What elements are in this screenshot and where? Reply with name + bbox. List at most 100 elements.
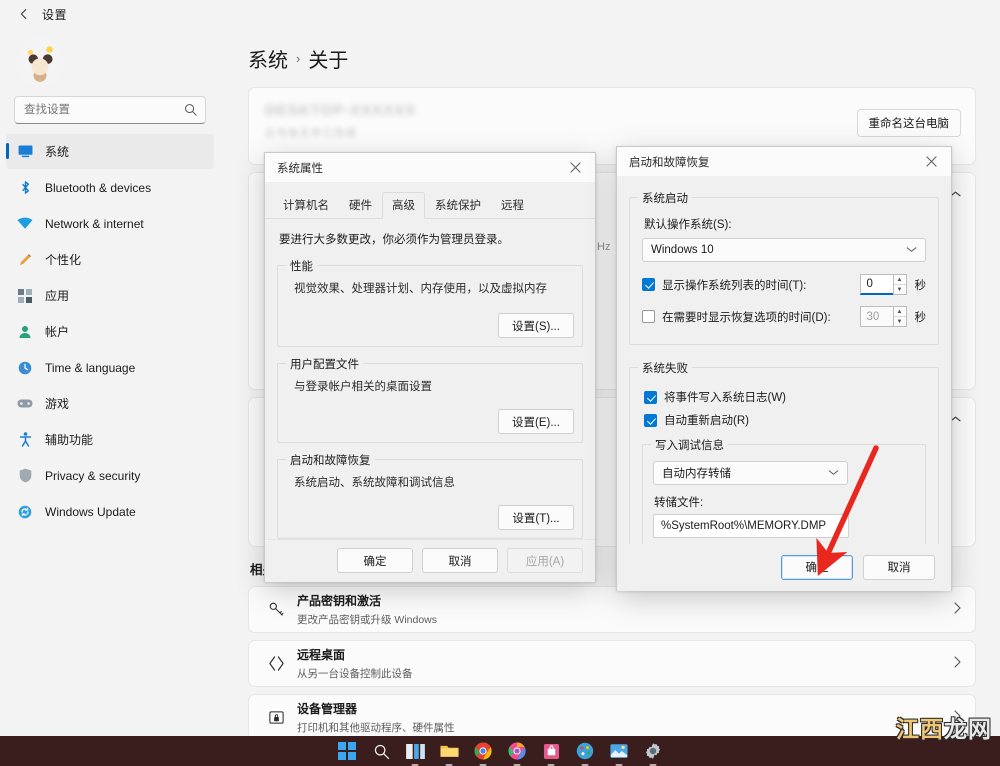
tab-computer-name[interactable]: 计算机名 — [273, 192, 339, 219]
tab-remote[interactable]: 远程 — [491, 192, 534, 219]
user-profiles-settings-button[interactable]: 设置(E)... — [498, 409, 574, 434]
recovery-timeout-stepper[interactable]: 30 ▲▼ — [860, 306, 907, 327]
tabstrip: 计算机名 硬件 高级 系统保护 远程 — [265, 183, 595, 219]
paint-icon[interactable] — [574, 740, 596, 762]
os-list-timeout-value[interactable]: 0 — [860, 274, 893, 295]
sidebar-item-gaming[interactable]: 游戏 — [6, 386, 214, 421]
sidebar: 系统 Bluetooth & devices Network & interne… — [0, 28, 220, 740]
related-item-device-manager[interactable]: 设备管理器 打印机和其他驱动程序、硬件属性 — [248, 694, 976, 740]
recovery-timeout-value[interactable]: 30 — [860, 306, 893, 327]
tab-system-protection[interactable]: 系统保护 — [425, 192, 491, 219]
taskbar — [0, 736, 1000, 766]
search-icon[interactable] — [183, 102, 198, 117]
os-list-timeout-stepper[interactable]: 0 ▲▼ — [860, 274, 907, 295]
group-description: 视觉效果、处理器计划、内存使用，以及虚拟内存 — [294, 280, 570, 296]
show-os-list-checkbox[interactable] — [642, 278, 655, 291]
chrome-canary-icon[interactable] — [506, 740, 528, 762]
related-item-subtitle: 从另一台设备控制此设备 — [297, 668, 413, 680]
sidebar-item-network[interactable]: Network & internet — [6, 206, 214, 241]
accessibility-icon — [16, 431, 34, 449]
close-icon[interactable] — [555, 153, 595, 183]
stepper-down-icon[interactable]: ▼ — [894, 285, 906, 294]
shield-icon — [16, 467, 34, 485]
watermark-text-b: 龙网 — [944, 717, 992, 743]
avatar[interactable] — [16, 38, 64, 86]
sidebar-item-system[interactable]: 系统 — [6, 134, 214, 169]
network-icon — [16, 215, 34, 233]
stepper-buttons[interactable]: ▲▼ — [893, 306, 907, 327]
sidebar-item-personalization[interactable]: 个性化 — [6, 242, 214, 277]
store-icon[interactable] — [540, 740, 562, 762]
sidebar-item-label: 应用 — [45, 287, 69, 304]
stepper-buttons[interactable]: ▲▼ — [893, 274, 907, 295]
chevron-right-icon[interactable] — [953, 656, 961, 671]
chevron-down-icon[interactable] — [828, 468, 839, 479]
sidebar-item-windows-update[interactable]: Windows Update — [6, 494, 214, 529]
stepper-up-icon[interactable]: ▲ — [894, 307, 906, 317]
admin-note: 要进行大多数更改，你必须作为管理员登录。 — [279, 231, 583, 247]
rename-pc-button[interactable]: 重命名这台电脑 — [857, 109, 962, 137]
settings-icon[interactable] — [642, 740, 664, 762]
search-icon[interactable] — [370, 740, 392, 762]
tab-hardware[interactable]: 硬件 — [339, 192, 382, 219]
sidebar-item-time-language[interactable]: Time & language — [6, 350, 214, 385]
dump-file-label: 转储文件: — [654, 494, 915, 510]
dialog-titlebar[interactable]: 启动和故障恢复 — [617, 147, 951, 177]
related-item-title: 产品密钥和激活 — [297, 594, 381, 608]
dialog-titlebar[interactable]: 系统属性 — [265, 153, 595, 183]
group-label: 写入调试信息 — [651, 437, 728, 453]
dialog-footer: 确定 取消 应用(A) — [265, 539, 595, 581]
sidebar-item-label: Windows Update — [45, 505, 136, 519]
sidebar-item-accounts[interactable]: 帐户 — [6, 314, 214, 349]
stepper-up-icon[interactable]: ▲ — [894, 275, 906, 285]
file-explorer-icon[interactable] — [438, 740, 460, 762]
write-event-checkbox-row[interactable]: 将事件写入系统日志(W) — [644, 389, 926, 405]
show-recovery-options-checkbox[interactable] — [642, 310, 655, 323]
sidebar-item-apps[interactable]: 应用 — [6, 278, 214, 313]
performance-settings-button[interactable]: 设置(S)... — [498, 313, 574, 338]
back-arrow-icon[interactable] — [12, 2, 36, 26]
related-item-remote-desktop[interactable]: 远程桌面 从另一台设备控制此设备 — [248, 640, 976, 687]
photos-icon[interactable] — [608, 740, 630, 762]
remote-desktop-icon — [265, 655, 287, 672]
dialog-title: 启动和故障恢复 — [629, 154, 710, 170]
chrome-icon[interactable] — [472, 740, 494, 762]
sidebar-item-privacy-security[interactable]: Privacy & security — [6, 458, 214, 493]
default-os-select[interactable]: Windows 10 — [642, 238, 926, 262]
close-icon[interactable] — [911, 147, 951, 177]
apps-icon — [16, 287, 34, 305]
auto-restart-checkbox[interactable] — [644, 414, 657, 427]
default-os-label: 默认操作系统(S): — [644, 216, 926, 232]
dump-file-input[interactable]: %SystemRoot%\MEMORY.DMP — [653, 514, 849, 538]
search-input[interactable] — [14, 96, 206, 124]
device-subtitle: 此电脑名称已隐藏 — [265, 125, 959, 140]
device-name: DESKTOP-XXXXXX — [265, 102, 959, 119]
update-icon — [16, 503, 34, 521]
start-icon[interactable] — [336, 740, 358, 762]
related-item-product-key[interactable]: 产品密钥和激活 更改产品密钥或升级 Windows — [248, 586, 976, 633]
dump-type-select[interactable]: 自动内存转储 — [653, 461, 848, 485]
ok-button[interactable]: 确定 — [337, 548, 413, 573]
show-recovery-options-checkbox-row[interactable]: 在需要时显示恢复选项的时间(D): — [642, 309, 860, 325]
search-box[interactable] — [14, 96, 206, 124]
sidebar-item-accessibility[interactable]: 辅助功能 — [6, 422, 214, 457]
sidebar-item-bluetooth[interactable]: Bluetooth & devices — [6, 170, 214, 205]
breadcrumb-separator: › — [296, 51, 300, 66]
auto-restart-checkbox-row[interactable]: 自动重新启动(R) — [644, 412, 926, 428]
show-os-list-checkbox-row[interactable]: 显示操作系统列表的时间(T): — [642, 277, 860, 293]
task-view-icon[interactable] — [404, 740, 426, 762]
chevron-down-icon[interactable] — [906, 245, 917, 256]
stepper-down-icon[interactable]: ▼ — [894, 317, 906, 326]
cancel-button[interactable]: 取消 — [863, 555, 935, 580]
cancel-button[interactable]: 取消 — [422, 548, 498, 573]
tab-advanced[interactable]: 高级 — [382, 192, 425, 219]
refresh-rate-label: Hz — [597, 241, 610, 253]
dump-file-value: %SystemRoot%\MEMORY.DMP — [661, 520, 826, 532]
startup-recovery-settings-button[interactable]: 设置(T)... — [498, 505, 574, 530]
chevron-right-icon[interactable] — [953, 602, 961, 617]
ok-button[interactable]: 确定 — [781, 555, 853, 580]
dialog-title: 系统属性 — [277, 160, 323, 176]
breadcrumb-parent[interactable]: 系统 — [248, 44, 288, 73]
write-event-checkbox[interactable] — [644, 391, 657, 404]
window-title: 设置 — [42, 6, 67, 23]
